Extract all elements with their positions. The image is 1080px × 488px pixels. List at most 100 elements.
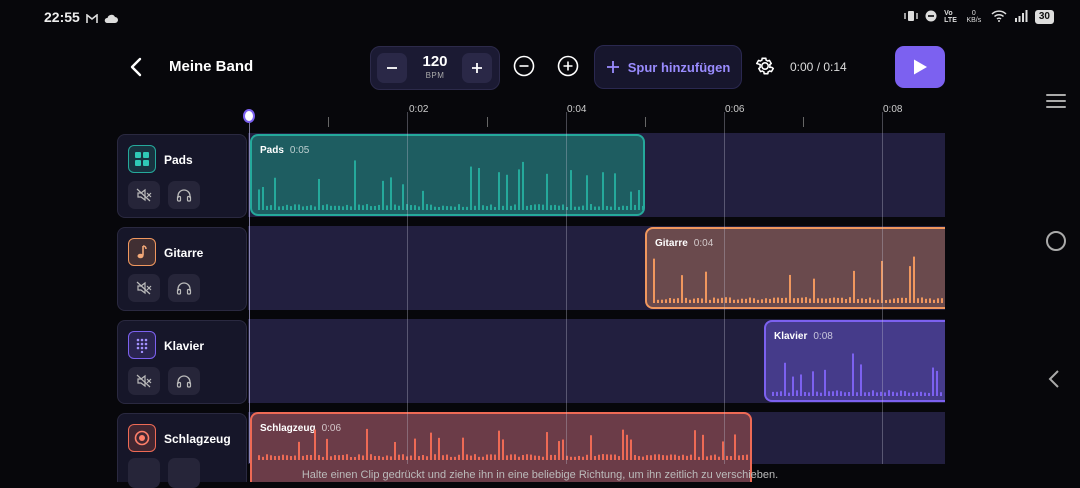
waveform-bar — [422, 190, 424, 210]
solo-button[interactable] — [168, 181, 200, 209]
waveform-bar — [785, 297, 787, 303]
waveform-bar — [482, 456, 484, 460]
nav-recents-button[interactable] — [1046, 94, 1066, 110]
playhead-handle[interactable] — [243, 109, 255, 123]
waveform-bar — [860, 364, 862, 396]
play-button[interactable] — [895, 46, 945, 88]
waveform-bar — [941, 298, 943, 303]
waveform-bar — [442, 205, 444, 210]
waveform-bar — [478, 456, 480, 460]
waveform-bar — [873, 299, 875, 303]
waveform-bar — [654, 454, 656, 460]
mute-button[interactable] — [128, 367, 160, 395]
waveform-bar — [761, 299, 763, 303]
waveform-bar — [900, 390, 902, 396]
waveform-bar — [698, 456, 700, 460]
back-button[interactable] — [122, 52, 150, 82]
waveform-bar — [820, 392, 822, 396]
waveform-bar — [278, 455, 280, 460]
waveform-bar — [738, 455, 740, 460]
waveform-bar — [370, 454, 372, 460]
waveform-bar — [342, 206, 344, 210]
waveform-bar — [693, 298, 695, 303]
bpm-increase-button[interactable] — [462, 53, 492, 83]
solo-button[interactable] — [168, 274, 200, 302]
waveform-bar — [638, 190, 640, 210]
waveform-bar — [737, 299, 739, 303]
waveform-bar — [482, 205, 484, 210]
waveform-bar — [298, 441, 300, 460]
waveform-bar — [450, 456, 452, 460]
waveform-bar — [606, 205, 608, 210]
waveform-bar — [358, 454, 360, 460]
drum-icon[interactable] — [128, 424, 156, 452]
waveform-bar — [893, 298, 895, 303]
waveform-bar — [514, 204, 516, 210]
waveform-bar — [558, 205, 560, 210]
waveform-bar — [813, 278, 815, 303]
clip-waveform — [258, 160, 643, 210]
waveform-bar — [514, 454, 516, 460]
keypad-icon[interactable] — [128, 331, 156, 359]
waveform-bar — [354, 456, 356, 460]
solo-button[interactable] — [168, 367, 200, 395]
waveform-bar — [338, 455, 340, 460]
waveform-bar — [362, 205, 364, 210]
mute-button[interactable] — [128, 274, 160, 302]
waveform-bar — [458, 204, 460, 210]
waveform-bar — [928, 392, 930, 396]
volte-icon: Vo LTE — [944, 10, 957, 24]
waveform-bar — [789, 274, 791, 303]
waveform-bar — [682, 454, 684, 460]
waveform-bar — [330, 205, 332, 210]
clip-klavier[interactable]: Klavier 0:08 — [764, 320, 945, 402]
add-track-button[interactable]: Spur hinzufügen — [594, 45, 742, 89]
waveform-bar — [825, 298, 827, 303]
music-note-icon[interactable] — [128, 238, 156, 266]
track-header-pads: Pads — [117, 134, 247, 218]
grid-line — [407, 112, 408, 464]
waveform-bar — [558, 441, 560, 460]
speaker-muted-icon — [136, 281, 152, 295]
waveform-bar — [378, 455, 380, 460]
zoom-in-button[interactable] — [557, 55, 579, 77]
time-readout: 0:00 / 0:14 — [790, 60, 847, 74]
waveform-bar — [666, 455, 668, 460]
waveform-bar — [817, 298, 819, 303]
waveform-bar — [582, 456, 584, 460]
mute-button[interactable] — [128, 181, 160, 209]
waveform-bar — [554, 204, 556, 210]
waveform-bar — [622, 429, 624, 460]
settings-button[interactable] — [754, 55, 776, 77]
headphones-icon — [176, 375, 192, 388]
zoom-out-button[interactable] — [513, 55, 535, 77]
clip-pads[interactable]: Pads 0:05 — [250, 134, 645, 216]
nav-home-button[interactable] — [1046, 231, 1066, 251]
waveform-bar — [390, 177, 392, 210]
waveform-bar — [326, 204, 328, 210]
minus-circle-icon — [513, 55, 535, 77]
waveform-bar — [805, 297, 807, 303]
waveform-bar — [470, 455, 472, 460]
waveform-bar — [270, 205, 272, 210]
waveform-bar — [829, 298, 831, 303]
waveform-bar — [824, 369, 826, 396]
waveform-bar — [925, 298, 927, 303]
waveform-bar — [258, 189, 260, 210]
waveform-bar — [646, 455, 648, 460]
waveform-bar — [705, 271, 707, 303]
waveform-bar — [434, 454, 436, 460]
waveform-bar — [665, 299, 667, 303]
waveform-bar — [386, 455, 388, 460]
waveform-bar — [816, 391, 818, 396]
waveform-bar — [856, 392, 858, 396]
status-time: 22:55 — [44, 9, 80, 25]
waveform-bar — [772, 391, 774, 396]
nav-back-button[interactable] — [1048, 369, 1060, 394]
waveform-bar — [466, 206, 468, 210]
waveform-bar — [618, 206, 620, 210]
waveform-bar — [697, 298, 699, 303]
grid-icon[interactable] — [128, 145, 156, 173]
waveform-bar — [382, 180, 384, 210]
clip-gitarre[interactable]: Gitarre 0:04 — [645, 227, 945, 309]
